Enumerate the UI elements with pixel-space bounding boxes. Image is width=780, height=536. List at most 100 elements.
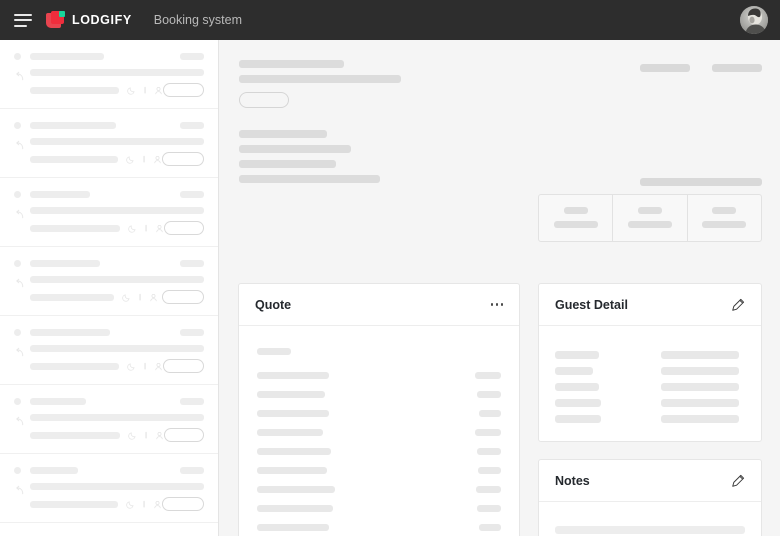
- quote-item-name-skeleton: [257, 524, 329, 531]
- app-subtitle: Booking system: [153, 13, 242, 27]
- hamburger-menu-icon[interactable]: [14, 13, 32, 27]
- quote-item-name-skeleton: [257, 486, 335, 493]
- sidebar-item-action-button[interactable]: [164, 221, 204, 235]
- quote-line-item: [257, 410, 501, 417]
- sidebar-item-top-row: [14, 467, 204, 474]
- sidebar-item-action-button[interactable]: [164, 428, 204, 442]
- sidebar-item-meta-skeleton: [30, 224, 121, 232]
- sidebar-item-icons: [126, 500, 162, 509]
- divider-icon: [143, 155, 145, 162]
- sidebar-booking-item[interactable]: [0, 454, 218, 523]
- quote-card-body: [239, 326, 519, 536]
- notes-card-body: [539, 502, 761, 534]
- page-subtitle-skeleton: [239, 75, 401, 83]
- sidebar-booking-item[interactable]: [0, 40, 218, 109]
- sidebar-item-detail-skeleton: [30, 138, 204, 145]
- widget-cell[interactable]: [688, 195, 761, 241]
- quote-line-item: [257, 505, 501, 512]
- header-action-skeleton[interactable]: [712, 64, 762, 72]
- reply-arrow-icon: [16, 278, 24, 288]
- sidebar-item-meta-row: [14, 359, 204, 373]
- widget-cell-value-skeleton: [553, 221, 598, 228]
- guest-detail-field-label-skeleton: [555, 351, 599, 359]
- quote-line-item: [257, 372, 501, 379]
- bookings-sidebar-list[interactable]: [0, 40, 219, 536]
- sidebar-item-top-row: [14, 191, 204, 198]
- sidebar-booking-item[interactable]: [0, 316, 218, 385]
- status-dot-icon: [14, 260, 21, 267]
- sidebar-item-detail-skeleton: [30, 207, 204, 214]
- widget-cell-label-skeleton: [637, 207, 662, 214]
- pencil-edit-icon: [732, 474, 745, 487]
- sidebar-booking-item[interactable]: [0, 109, 218, 178]
- guest-detail-field-value-skeleton: [661, 351, 739, 359]
- sidebar-booking-item[interactable]: [0, 247, 218, 316]
- status-dot-icon: [14, 329, 21, 336]
- sidebar-item-detail-row: [14, 138, 204, 150]
- sidebar-item-action-button[interactable]: [162, 359, 204, 373]
- moon-icon: [127, 86, 135, 95]
- summary-line: [239, 145, 351, 153]
- notes-edit-button[interactable]: [731, 474, 745, 488]
- quote-item-amount-skeleton: [475, 372, 501, 379]
- sidebar-item-meta-skeleton: [30, 86, 120, 94]
- brand-logo[interactable]: LODGIFY: [46, 10, 132, 30]
- sidebar-item-action-button[interactable]: [162, 290, 204, 304]
- quote-item-amount-skeleton: [477, 391, 501, 398]
- quote-more-options-button[interactable]: [490, 303, 503, 306]
- guest-detail-right-column: [661, 351, 745, 423]
- summary-line: [239, 175, 380, 183]
- person-icon: [150, 293, 157, 301]
- quote-item-name-skeleton: [257, 467, 327, 474]
- summary-line: [239, 160, 336, 168]
- widget-cell-value-skeleton: [627, 221, 672, 228]
- sidebar-item-date-skeleton: [180, 467, 204, 474]
- widget-cell-value-skeleton: [702, 221, 747, 228]
- quote-card-header: Quote: [239, 284, 519, 326]
- sidebar-item-date-skeleton: [180, 53, 204, 60]
- sidebar-item-meta-row: [14, 428, 204, 442]
- main-header: [219, 40, 780, 108]
- sidebar-item-date-skeleton: [180, 398, 204, 405]
- widget-cell[interactable]: [539, 195, 614, 241]
- guest-detail-field-value-skeleton: [661, 383, 739, 391]
- guest-detail-field-label-skeleton: [555, 383, 599, 391]
- quote-line-item: [257, 486, 501, 493]
- sidebar-item-action-button[interactable]: [162, 152, 204, 166]
- sidebar-booking-item[interactable]: [0, 178, 218, 247]
- sidebar-item-detail-row: [14, 483, 204, 495]
- sidebar-item-icons: [126, 362, 163, 371]
- sidebar-item-action-button[interactable]: [162, 497, 204, 511]
- sidebar-item-meta-skeleton: [30, 500, 118, 508]
- quote-item-name-skeleton: [257, 448, 331, 455]
- sidebar-item-detail-skeleton: [30, 69, 204, 76]
- sidebar-item-top-row: [14, 53, 204, 60]
- sidebar-item-meta-skeleton: [30, 293, 114, 301]
- user-avatar[interactable]: [740, 6, 768, 34]
- sidebar-item-detail-row: [14, 207, 204, 219]
- sidebar-item-title-skeleton: [30, 467, 78, 474]
- guest-detail-edit-button[interactable]: [731, 298, 745, 312]
- guest-detail-left-column: [555, 351, 639, 423]
- divider-icon: [139, 293, 141, 300]
- widget-cell[interactable]: [613, 195, 688, 241]
- widget-title-skeleton: [640, 178, 762, 186]
- moon-icon: [126, 362, 135, 371]
- sidebar-item-detail-row: [14, 345, 204, 357]
- sidebar-item-title-skeleton: [30, 53, 104, 60]
- header-action-skeleton[interactable]: [640, 64, 690, 72]
- quote-item-amount-skeleton: [478, 467, 501, 474]
- quote-card-title: Quote: [255, 297, 292, 312]
- guest-detail-card-body: [539, 326, 761, 423]
- person-icon: [156, 224, 164, 232]
- quote-item-name-skeleton: [257, 505, 333, 512]
- status-badge-skeleton[interactable]: [239, 92, 289, 108]
- reply-arrow-icon: [16, 209, 24, 219]
- notes-card-header: Notes: [539, 460, 761, 502]
- sidebar-booking-item[interactable]: [0, 385, 218, 454]
- divider-icon: [145, 431, 147, 438]
- sidebar-item-action-button[interactable]: [163, 83, 204, 97]
- dot: [500, 303, 503, 306]
- quote-line-item: [257, 524, 501, 531]
- sidebar-item-meta-skeleton: [30, 431, 121, 439]
